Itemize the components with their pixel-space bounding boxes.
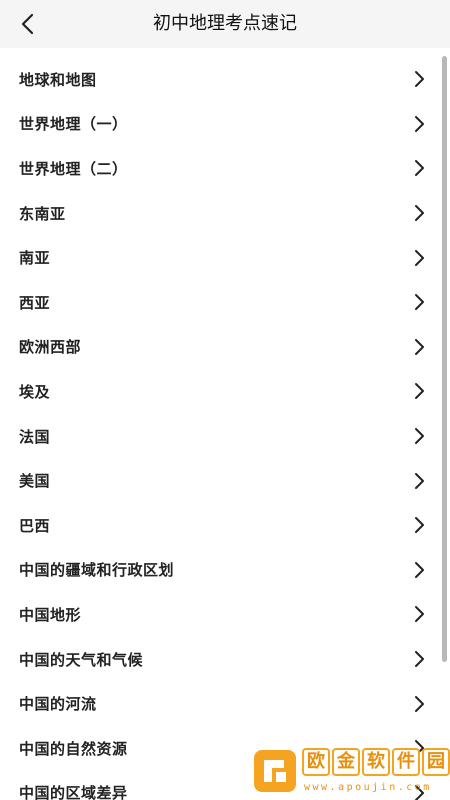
list-item-label: 世界地理（二） (19, 159, 128, 178)
list-item[interactable]: 美国 (0, 458, 450, 503)
chevron-right-icon (412, 784, 426, 800)
chevron-right-icon (412, 561, 426, 579)
list-item-label: 中国的疆域和行政区划 (19, 561, 175, 580)
list-item-label: 世界地理（一） (19, 115, 128, 134)
list-item[interactable]: 欧洲西部 (0, 325, 450, 370)
chevron-right-icon (412, 382, 426, 400)
list-item[interactable]: 巴西 (0, 503, 450, 548)
chevron-right-icon (412, 650, 426, 668)
app-screen: 初中地理考点速记 地球和地图世界地理（一） 世界地理（二） 东南亚南亚西亚欧洲西部埃… (0, 0, 450, 800)
list-item-label: 中国的天气和气候 (19, 650, 144, 669)
scrollbar[interactable] (441, 56, 448, 800)
chevron-right-icon (412, 516, 426, 534)
list-item[interactable]: 西亚 (0, 280, 450, 325)
list-item-label: 美国 (19, 472, 51, 491)
list-item-label: 中国的区域差异 (19, 784, 128, 800)
list-item-label: 地球和地图 (19, 70, 97, 89)
list-item-label: 欧洲西部 (19, 338, 82, 357)
list-item[interactable]: 东南亚 (0, 191, 450, 236)
list-item-label: 中国的河流 (19, 695, 97, 714)
chevron-right-icon (412, 427, 426, 445)
chevron-right-icon (412, 472, 426, 490)
list-item[interactable]: 中国的自然资源 (0, 726, 450, 771)
list-item[interactable]: 南亚 (0, 235, 450, 280)
list-item[interactable]: 地球和地图 (0, 57, 450, 102)
list-item[interactable]: 世界地理（二） (0, 146, 450, 191)
list-item-label: 南亚 (19, 249, 51, 268)
list-item[interactable]: 中国的天气和气候 (0, 637, 450, 682)
list-item[interactable]: 世界地理（一） (0, 102, 450, 147)
list-item-label: 西亚 (19, 293, 51, 312)
chevron-right-icon (412, 338, 426, 356)
list-item-label: 中国的自然资源 (19, 739, 128, 758)
chevron-right-icon (412, 293, 426, 311)
list-item[interactable]: 中国的河流 (0, 681, 450, 726)
chevron-left-icon (21, 13, 34, 35)
chevron-right-icon (412, 695, 426, 713)
list-item[interactable]: 法国 (0, 414, 450, 459)
list-item[interactable]: 中国的疆域和行政区划 (0, 548, 450, 593)
scrollbar-thumb[interactable] (442, 56, 447, 662)
chapter-list: 地球和地图世界地理（一） 世界地理（二） 东南亚南亚西亚欧洲西部埃及法国美国巴西中国… (0, 57, 450, 800)
list-item[interactable]: 中国的区域差异 (0, 771, 450, 800)
list-item-label: 巴西 (19, 516, 51, 535)
list-item-label: 东南亚 (19, 204, 66, 223)
list-item-label: 中国地形 (19, 605, 82, 624)
chevron-right-icon (412, 605, 426, 623)
chevron-right-icon (412, 115, 426, 133)
chevron-right-icon (412, 159, 426, 177)
top-bar: 初中地理考点速记 (0, 0, 450, 48)
list-item[interactable]: 中国地形 (0, 592, 450, 637)
chevron-right-icon (412, 204, 426, 222)
chevron-right-icon (412, 739, 426, 757)
list-item[interactable]: 埃及 (0, 369, 450, 414)
chevron-right-icon (412, 249, 426, 267)
chevron-right-icon (412, 70, 426, 88)
list-item-label: 埃及 (19, 382, 51, 401)
page-title: 初中地理考点速记 (153, 13, 297, 34)
list-item-label: 法国 (19, 427, 51, 446)
back-button[interactable] (12, 8, 44, 40)
